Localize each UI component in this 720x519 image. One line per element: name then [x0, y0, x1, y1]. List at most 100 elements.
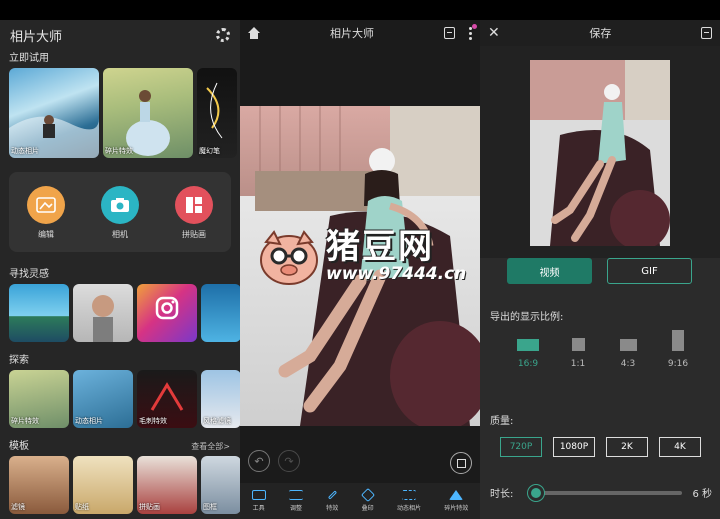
editor-toolbar: 工具 调整 特效 叠印 动态相片 碎片特效	[240, 483, 480, 519]
item-caption: 滤镜	[11, 503, 25, 511]
inspiration-item[interactable]	[201, 284, 240, 342]
tool-edit[interactable]: 编辑	[16, 186, 76, 240]
item-caption: 贴纸	[75, 503, 89, 511]
pig-logo-icon	[260, 230, 318, 285]
format-video-button[interactable]: 视频	[507, 258, 592, 284]
duration-slider[interactable]	[528, 484, 683, 501]
duration-value: 6 秒	[692, 489, 712, 500]
toolbar-adjust[interactable]: 调整	[288, 490, 303, 512]
quality-options: 720P 1080P 2K 4K	[500, 437, 701, 457]
template-item[interactable]: 拼贴画	[137, 456, 197, 514]
templates-row: 滤镜 贴纸 拼贴画 图框	[0, 456, 240, 514]
tool-label: 拼贴画	[182, 230, 206, 239]
save-panel: ✕ 保存 视频 GIF 导出的显示比例: 16:9 1:1 4:3 9:16 质…	[480, 20, 720, 519]
ratio-preview	[619, 339, 637, 351]
inspiration-item[interactable]	[137, 284, 197, 342]
ratio-text: 1:1	[570, 359, 586, 369]
adjust-icon	[288, 490, 303, 500]
quality-2k[interactable]: 2K	[606, 437, 648, 457]
toolbar-label: 工具	[252, 505, 265, 512]
template-item[interactable]: 图框	[201, 456, 240, 514]
crop-compare-icon[interactable]	[450, 452, 472, 474]
layers-icon	[360, 487, 375, 503]
editor-title: 相片大师	[330, 27, 374, 40]
see-all-link[interactable]: 查看全部>	[191, 438, 230, 456]
motion-icon	[401, 490, 416, 500]
redo-icon[interactable]: ↷	[278, 450, 300, 472]
quality-4k[interactable]: 4K	[659, 437, 701, 457]
settings-gear-icon[interactable]	[216, 28, 230, 42]
toolbar-label: 动态相片	[396, 505, 421, 512]
watermark: 猪豆网 www.97444.cn	[258, 228, 466, 286]
item-caption: 毛刺特效	[139, 417, 167, 425]
save-icon[interactable]	[444, 27, 455, 39]
toolbar-tools[interactable]: 工具	[251, 490, 266, 512]
ratio-9-16[interactable]: 9:16	[664, 330, 692, 369]
template-item[interactable]: 滤镜	[9, 456, 69, 514]
toolbar-fragment[interactable]: 碎片特效	[444, 490, 468, 512]
collage-icon	[175, 186, 213, 224]
explore-item[interactable]: 毛刺特效	[137, 370, 197, 428]
item-caption: 动态相片	[75, 417, 103, 425]
save-icon[interactable]	[700, 27, 712, 39]
template-item[interactable]: 贴纸	[73, 456, 133, 514]
quality-1080p[interactable]: 1080P	[553, 437, 595, 457]
ratio-text: 9:16	[667, 359, 689, 369]
toolbar-label: 特效	[326, 505, 339, 512]
home-icon[interactable]	[248, 27, 260, 39]
quality-label: 质量:	[490, 416, 514, 427]
explore-item[interactable]: 动态相片	[73, 370, 133, 428]
ratio-4-3[interactable]: 4:3	[614, 339, 642, 369]
tool-collage[interactable]: 拼贴画	[164, 186, 224, 240]
inspiration-item[interactable]	[73, 284, 133, 342]
editor-header: 相片大师	[240, 20, 480, 46]
item-caption: 拼贴画	[139, 503, 160, 511]
history-controls: ↶ ↷	[248, 450, 300, 472]
toolbar-label: 叠印	[361, 505, 374, 512]
more-menu-icon[interactable]	[469, 23, 477, 40]
toolbar-effects[interactable]: 特效	[326, 490, 338, 512]
instagram-icon	[155, 296, 179, 320]
try-item-magic-brush[interactable]: 魔幻笔	[197, 68, 237, 158]
item-caption: 碎片特效	[11, 417, 39, 425]
item-caption: 图框	[203, 503, 217, 511]
duration-label: 时长:	[490, 489, 514, 500]
watermark-brand: 猪豆网	[326, 227, 434, 267]
format-gif-button[interactable]: GIF	[607, 258, 692, 284]
toolbar-label: 碎片特效	[444, 505, 469, 512]
try-item-motion-photo[interactable]: 动态相片	[9, 68, 99, 158]
ratio-text: 4:3	[620, 359, 636, 369]
ratio-16-9[interactable]: 16:9	[514, 339, 542, 369]
section-title: 寻找灵感	[9, 269, 49, 280]
preview-image	[530, 60, 670, 246]
explore-item[interactable]: 碎片特效	[9, 370, 69, 428]
preview-area	[480, 46, 720, 258]
status-bar	[0, 0, 720, 20]
section-templates: 模板 查看全部>	[0, 438, 240, 456]
try-now-row: 动态相片 碎片特效 魔幻笔	[0, 68, 240, 158]
watermark-url: www.97444.cn	[326, 264, 467, 284]
format-toggle: 视频 GIF	[507, 258, 692, 284]
quality-720p[interactable]: 720P	[500, 437, 542, 457]
close-icon[interactable]: ✕	[488, 26, 500, 40]
home-header: 相片大师	[0, 20, 240, 50]
toolbar-overlay[interactable]: 叠印	[360, 487, 375, 512]
section-title: 模板	[9, 441, 29, 452]
try-item-fragment-effect[interactable]: 碎片特效	[103, 68, 193, 158]
ratio-preview	[517, 339, 539, 351]
toolbar-motion-photo[interactable]: 动态相片	[397, 490, 421, 512]
slider-handle[interactable]	[528, 484, 544, 501]
fragment-icon	[449, 490, 464, 500]
duration-control: 时长: 6 秒	[490, 484, 712, 501]
explore-item[interactable]: 风格滤镜	[201, 370, 240, 428]
explore-row: 碎片特效 动态相片 毛刺特效 风格滤镜	[0, 370, 240, 428]
ratio-1-1[interactable]: 1:1	[564, 338, 592, 369]
section-try-now: 立即试用	[0, 50, 240, 68]
inspiration-item[interactable]	[9, 284, 69, 342]
item-caption: 风格滤镜	[203, 417, 231, 425]
app-title: 相片大师	[10, 29, 63, 45]
tool-camera[interactable]: 相机	[90, 186, 150, 240]
undo-icon[interactable]: ↶	[248, 450, 270, 472]
section-inspiration: 寻找灵感	[0, 266, 240, 284]
ratio-preview	[571, 338, 585, 351]
